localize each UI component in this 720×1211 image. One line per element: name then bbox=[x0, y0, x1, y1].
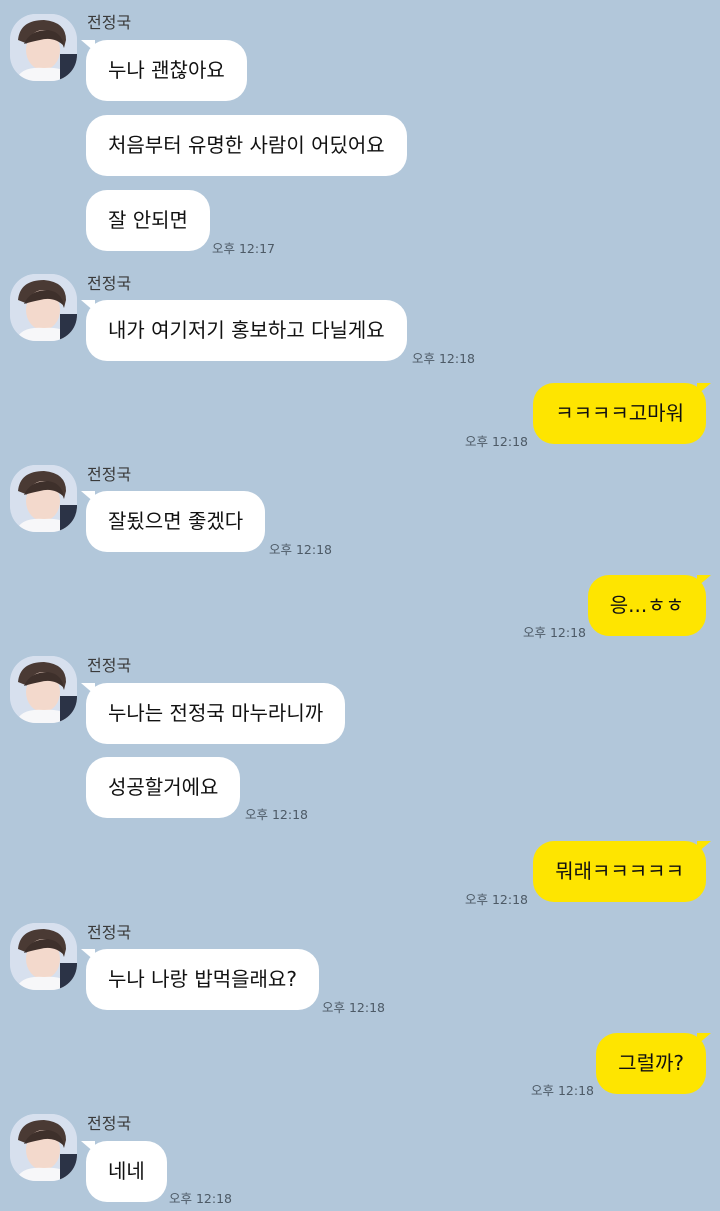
my-message-bubble[interactable]: ㅋㅋㅋㅋ고마워 bbox=[533, 383, 711, 444]
message-bubble[interactable]: 누나 괜찮아요 bbox=[81, 40, 247, 101]
message-time: 오후 12:18 bbox=[322, 1000, 385, 1015]
message-bubble[interactable]: 성공할거에요 bbox=[86, 757, 241, 818]
sender-name: 전정국 bbox=[87, 923, 132, 942]
message-bubble[interactable]: 누나는 전정국 마누라니까 bbox=[80, 683, 346, 744]
contact-avatar[interactable] bbox=[10, 14, 77, 81]
message-bubble[interactable]: 네네 bbox=[81, 1141, 167, 1202]
profile-photo-icon bbox=[10, 923, 77, 990]
message-time: 오후 12:18 bbox=[523, 625, 586, 640]
my-message-bubble[interactable]: 뭐래ㅋㅋㅋㅋㅋ bbox=[533, 841, 711, 902]
contact-avatar[interactable] bbox=[10, 274, 77, 341]
message-bubble[interactable]: 잘 안되면 bbox=[86, 190, 210, 251]
profile-photo-icon bbox=[10, 465, 77, 532]
message-time: 오후 12:18 bbox=[465, 434, 528, 449]
profile-photo-icon bbox=[10, 274, 77, 341]
message-bubble[interactable]: 누나 나랑 밥먹을래요? bbox=[81, 949, 319, 1010]
my-message-bubble[interactable]: 응...ㅎㅎ bbox=[587, 575, 712, 636]
profile-photo-icon bbox=[10, 1114, 77, 1181]
sender-name: 전정국 bbox=[87, 1114, 132, 1133]
contact-avatar[interactable] bbox=[10, 465, 77, 532]
message-time: 오후 12:18 bbox=[531, 1083, 594, 1098]
my-message-bubble[interactable]: 그럴까? bbox=[596, 1033, 711, 1094]
message-time: 오후 12:18 bbox=[169, 1191, 232, 1206]
sender-name: 전정국 bbox=[87, 274, 132, 293]
sender-name: 전정국 bbox=[87, 465, 132, 484]
message-bubble[interactable]: 잘됬으면 좋겠다 bbox=[80, 491, 266, 552]
contact-avatar[interactable] bbox=[10, 1114, 77, 1181]
message-time: 오후 12:18 bbox=[269, 542, 332, 557]
message-bubble[interactable]: 처음부터 유명한 사람이 어딨어요 bbox=[86, 115, 407, 176]
profile-photo-icon bbox=[10, 656, 77, 723]
message-time: 오후 12:17 bbox=[212, 241, 275, 256]
contact-avatar[interactable] bbox=[10, 656, 77, 723]
sender-name: 전정국 bbox=[87, 656, 132, 675]
message-bubble[interactable]: 내가 여기저기 홍보하고 다닐게요 bbox=[81, 300, 407, 361]
profile-photo-icon bbox=[10, 14, 77, 81]
message-time: 오후 12:18 bbox=[412, 351, 475, 366]
message-time: 오후 12:18 bbox=[465, 892, 528, 907]
sender-name: 전정국 bbox=[87, 13, 132, 32]
message-time: 오후 12:18 bbox=[245, 807, 308, 822]
contact-avatar[interactable] bbox=[10, 923, 77, 990]
